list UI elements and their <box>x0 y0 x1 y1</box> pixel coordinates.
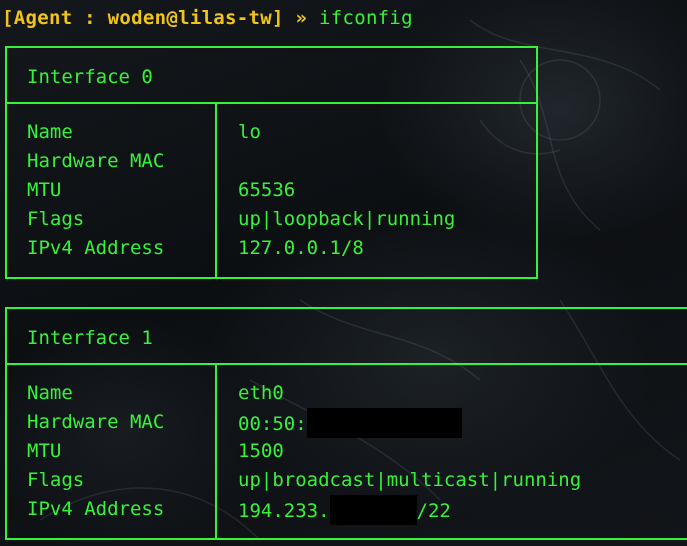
table-row: IPv4 Address 127.0.0.1/8 <box>7 234 536 263</box>
row-key: IPv4 Address <box>27 237 165 259</box>
ip-suffix: /22 <box>416 500 451 522</box>
table-row: Flags up|broadcast|multicast|running <box>7 466 687 495</box>
interface-0-panel: Interface 0 Name lo Hardware MAC MTU 655… <box>5 46 538 279</box>
row-key: Hardware MAC <box>27 150 165 172</box>
row-key: Flags <box>27 469 85 491</box>
interface-0-divider <box>215 104 217 277</box>
redaction-box <box>306 408 462 438</box>
table-row: Flags up|loopback|running <box>7 205 536 234</box>
table-row: IPv4 Address 194.233. /22 <box>7 495 687 525</box>
row-key: Name <box>27 382 73 404</box>
table-row: Name lo <box>7 118 536 147</box>
redaction-box <box>329 495 417 525</box>
interface-0-title: Interface 0 <box>7 48 536 104</box>
table-row: Hardware MAC <box>7 147 536 176</box>
prompt-close-bracket: ] <box>272 7 284 29</box>
row-value: 1500 <box>238 440 284 462</box>
row-value: eth0 <box>238 382 284 404</box>
interface-1-divider <box>215 365 217 538</box>
row-value-ip: 194.233. /22 <box>238 495 451 525</box>
table-row: MTU 1500 <box>7 437 687 466</box>
row-key: Flags <box>27 208 85 230</box>
row-value: lo <box>238 121 261 143</box>
row-value-mac: 00:50: <box>238 408 462 438</box>
shell-prompt: [Agent : woden@lilas-tw] » ifconfig <box>2 4 413 33</box>
table-row: Hardware MAC 00:50: <box>7 408 687 438</box>
row-key: Name <box>27 121 73 143</box>
row-key: Hardware MAC <box>27 411 165 433</box>
ip-visible-prefix: 194.233. <box>238 500 330 522</box>
row-key: MTU <box>27 440 62 462</box>
interface-1-title: Interface 1 <box>7 309 687 365</box>
prompt-agent: Agent : woden@lilas-tw <box>13 7 273 29</box>
row-key: IPv4 Address <box>27 498 165 520</box>
interface-0-table: Name lo Hardware MAC MTU 65536 Flags up|… <box>7 104 536 277</box>
prompt-open-bracket: [ <box>2 7 14 29</box>
row-value: 65536 <box>238 179 296 201</box>
interface-1-table: Name eth0 Hardware MAC 00:50: MTU 1500 F… <box>7 365 687 538</box>
table-row: Name eth0 <box>7 379 687 408</box>
prompt-arrow: » <box>283 7 319 29</box>
table-row: MTU 65536 <box>7 176 536 205</box>
mac-visible-prefix: 00:50: <box>238 413 307 435</box>
command-text: ifconfig <box>318 7 413 29</box>
interface-1-panel: Interface 1 Name eth0 Hardware MAC 00:50… <box>5 307 687 540</box>
row-value: up|broadcast|multicast|running <box>238 469 582 491</box>
row-value: 127.0.0.1/8 <box>238 237 364 259</box>
row-key: MTU <box>27 179 62 201</box>
row-value: up|loopback|running <box>238 208 456 230</box>
